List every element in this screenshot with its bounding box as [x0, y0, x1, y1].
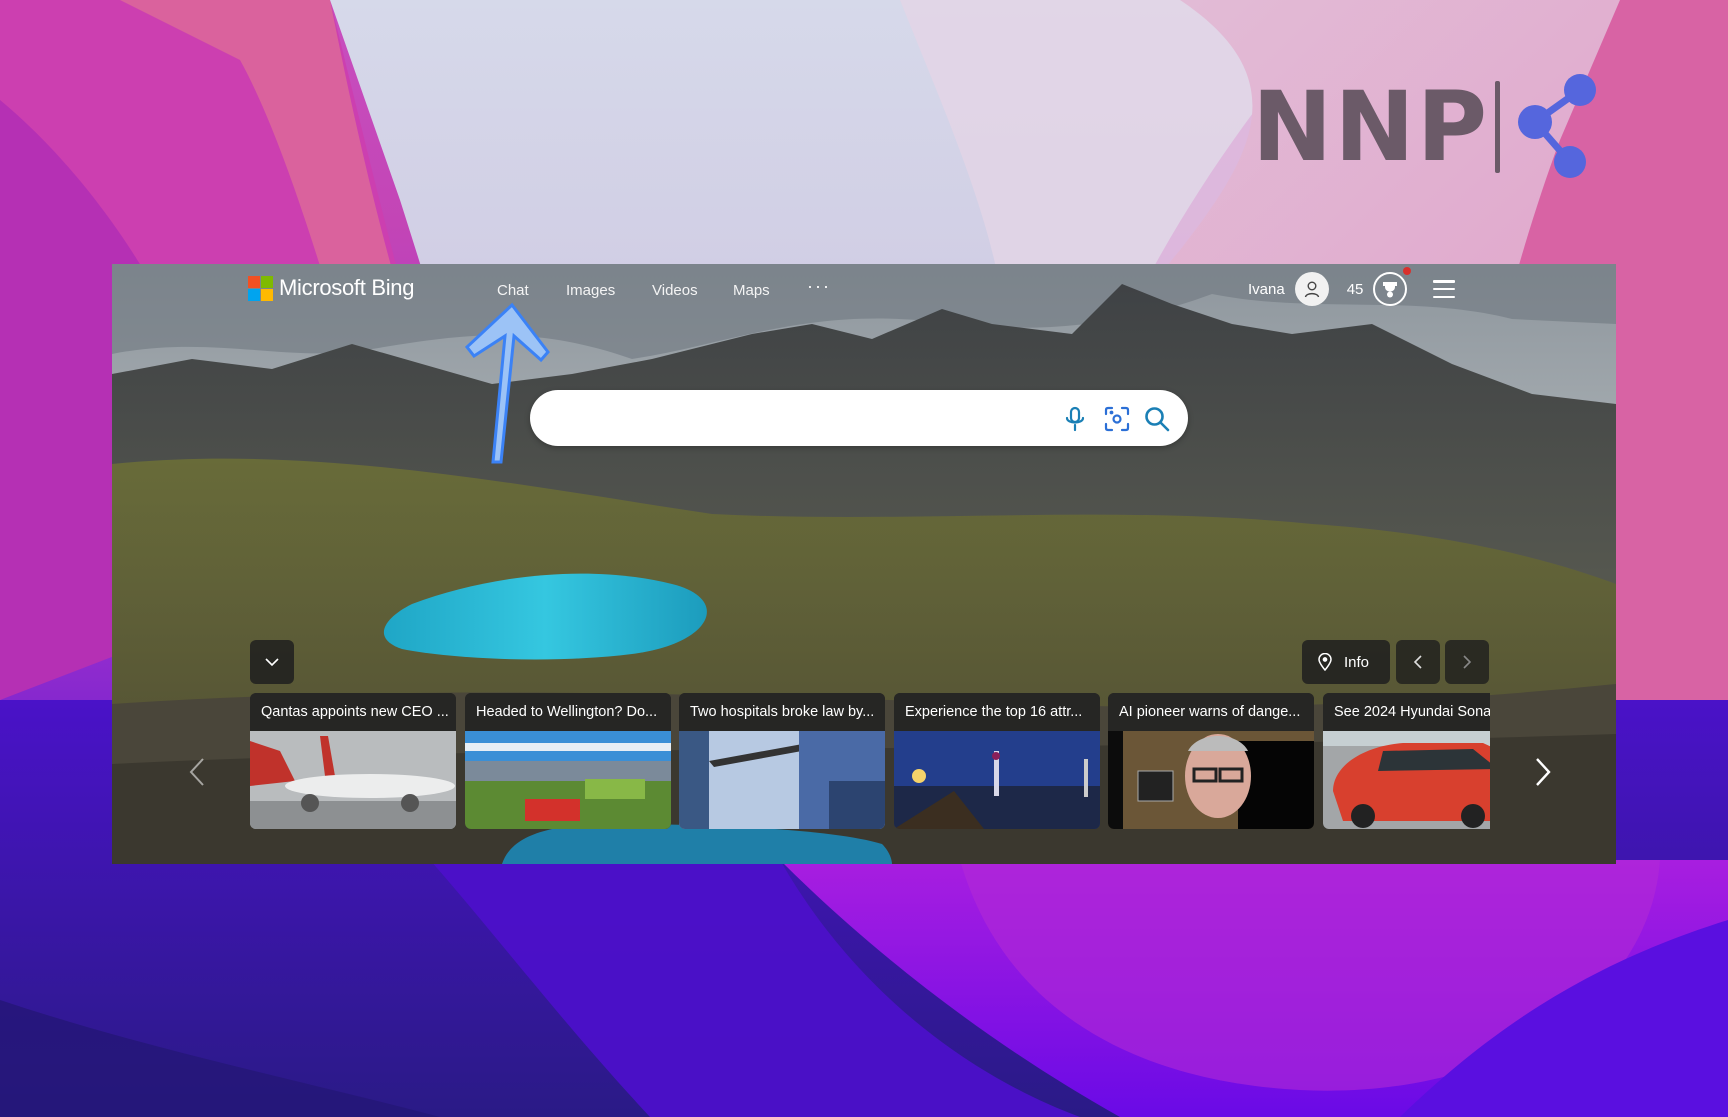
- chevron-right-icon: [1536, 758, 1551, 786]
- nnp-logo-text: NNP: [1252, 71, 1490, 183]
- visual-search-icon[interactable]: [1102, 404, 1132, 434]
- user-icon: [1304, 281, 1319, 298]
- search-input[interactable]: [554, 400, 1038, 438]
- info-label: Info: [1344, 653, 1370, 671]
- card-image-hyundai: [1323, 731, 1490, 829]
- card-title: AI pioneer warns of dange...: [1108, 693, 1314, 731]
- card-title: Experience the top 16 attr...: [894, 693, 1100, 731]
- nnp-watermark-logo: NNP: [1252, 72, 1600, 182]
- search-box: [530, 390, 1188, 446]
- news-card[interactable]: Experience the top 16 attr...: [894, 693, 1100, 829]
- rewards-button[interactable]: [1373, 267, 1412, 306]
- logo-divider: [1495, 81, 1501, 173]
- news-carousel: Qantas appoints new CEO ... Headed to We…: [250, 693, 1490, 833]
- nav-chat[interactable]: Chat: [497, 282, 529, 299]
- chevron-right-icon: [1463, 655, 1472, 669]
- bing-homepage-screenshot: Microsoft Bing Chat Images Videos Maps ·…: [112, 264, 1616, 864]
- previous-image-button[interactable]: [1396, 640, 1440, 684]
- next-image-button[interactable]: [1445, 640, 1489, 684]
- nav-videos[interactable]: Videos: [652, 282, 698, 299]
- carousel-previous-button[interactable]: [182, 752, 212, 792]
- more-options-button[interactable]: ···: [807, 276, 831, 297]
- microsoft-logo-icon: [248, 275, 273, 301]
- trophy-icon: [1383, 282, 1398, 298]
- card-image-hospital: [679, 731, 885, 829]
- chevron-left-icon: [1413, 655, 1422, 669]
- chevron-left-icon: [189, 758, 204, 786]
- rewards-points[interactable]: 45: [1347, 281, 1364, 298]
- news-card[interactable]: Qantas appoints new CEO ...: [250, 693, 456, 829]
- card-image-qantas-plane: [250, 731, 456, 829]
- collapse-feed-button[interactable]: [250, 640, 294, 684]
- header-user-controls: Ivana 45: [1248, 267, 1456, 306]
- user-name[interactable]: Ivana: [1248, 281, 1285, 298]
- microphone-icon[interactable]: [1060, 404, 1090, 434]
- card-image-wellington: [465, 731, 671, 829]
- news-card[interactable]: Headed to Wellington? Do...: [465, 693, 671, 829]
- user-avatar[interactable]: [1294, 272, 1329, 306]
- card-title: Headed to Wellington? Do...: [465, 693, 671, 731]
- image-info-button[interactable]: Info: [1302, 640, 1390, 684]
- search-icon[interactable]: [1142, 404, 1172, 434]
- card-title: Two hospitals broke law by...: [679, 693, 885, 731]
- card-image-ai-pioneer: [1108, 731, 1314, 829]
- card-image-city-night: [894, 731, 1100, 829]
- nav-images[interactable]: Images: [566, 282, 615, 299]
- share-icon: [1510, 70, 1600, 185]
- news-card[interactable]: See 2024 Hyundai Sonata: [1323, 693, 1490, 829]
- nav-maps[interactable]: Maps: [733, 282, 770, 299]
- notification-dot: [1403, 267, 1412, 275]
- card-title: See 2024 Hyundai Sonata: [1323, 693, 1490, 731]
- bing-logo[interactable]: Microsoft Bing: [248, 275, 414, 301]
- chevron-down-icon: [265, 658, 279, 667]
- news-card[interactable]: Two hospitals broke law by...: [679, 693, 885, 829]
- hamburger-menu-icon[interactable]: [1433, 280, 1456, 298]
- carousel-next-button[interactable]: [1528, 752, 1558, 792]
- card-title: Qantas appoints new CEO ...: [250, 693, 456, 731]
- location-pin-icon: [1318, 653, 1332, 671]
- news-card[interactable]: AI pioneer warns of dange...: [1108, 693, 1314, 829]
- brand-name: Microsoft Bing: [279, 275, 415, 300]
